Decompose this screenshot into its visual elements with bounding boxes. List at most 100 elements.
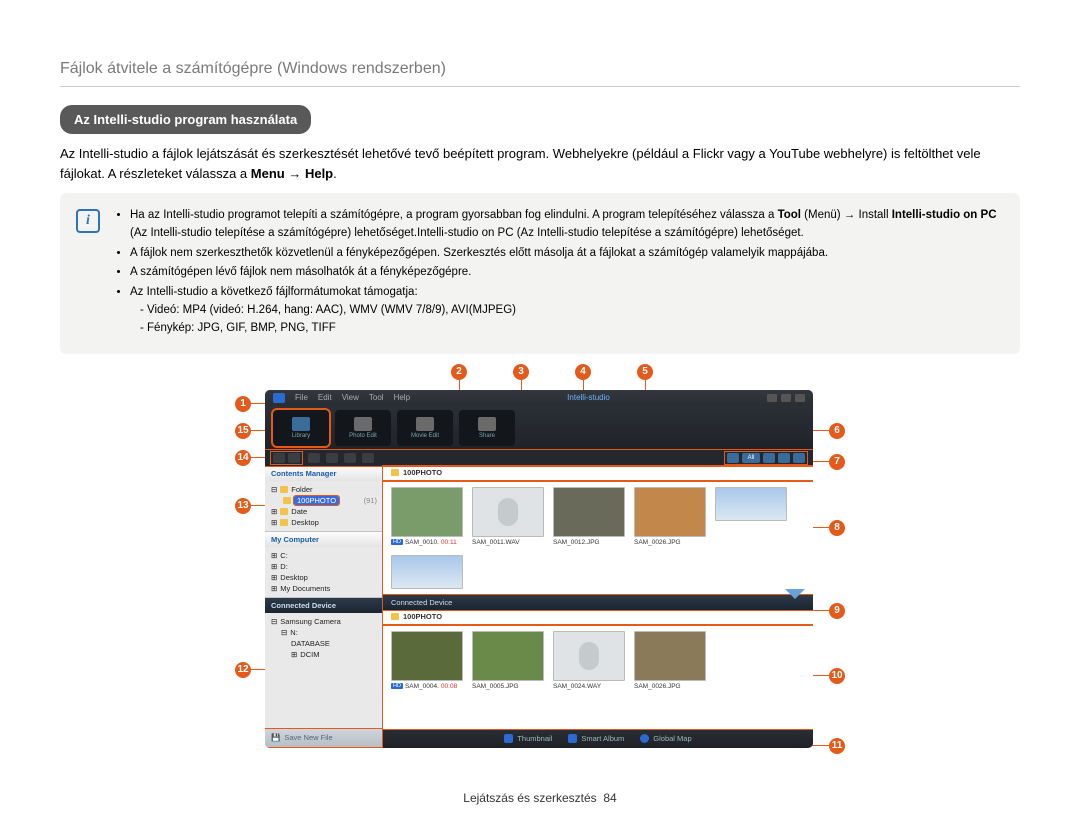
- tab-smartalbum[interactable]: Smart Album: [568, 734, 624, 743]
- tree-drive-n[interactable]: ⊟N:: [271, 627, 377, 638]
- mode-label: Photo Edit: [349, 433, 377, 439]
- list-item[interactable]: HDSAM_0004.00:08: [391, 631, 463, 690]
- mode-photoedit-button[interactable]: Photo Edit: [335, 410, 391, 446]
- thumb-name: SAM_0026.JPG: [634, 683, 681, 690]
- tree-drive-d[interactable]: ⊞D:: [271, 561, 377, 572]
- thumb-image: [391, 631, 463, 681]
- tree-label: Desktop: [280, 573, 308, 582]
- save-icon: 💾: [271, 733, 280, 742]
- menu-tool[interactable]: Tool: [369, 393, 384, 402]
- filter-all-button[interactable]: All: [742, 453, 760, 463]
- callout-num: 8: [829, 520, 845, 536]
- sidebar: Contents Manager ⊟Folder 100PHOTO(91) ⊞D…: [265, 466, 383, 748]
- save-label: Save New File: [284, 733, 332, 742]
- note1-c: (Az Intelli-studio telepítése a számítóg…: [130, 227, 804, 239]
- tree-label: DCIM: [300, 650, 319, 659]
- folder-icon: [280, 508, 288, 515]
- connected-device-bar[interactable]: Connected Device: [383, 595, 813, 610]
- tb-icon[interactable]: [362, 453, 374, 463]
- forward-button[interactable]: [288, 453, 300, 463]
- history-nav: [271, 452, 302, 464]
- tb-icon[interactable]: [308, 453, 320, 463]
- tree-label-selected: 100PHOTO: [294, 496, 339, 505]
- list-item[interactable]: [715, 487, 787, 546]
- filter-new-icon[interactable]: [727, 453, 739, 463]
- section-badge: Az Intelli-studio program használata: [60, 105, 311, 134]
- note4-video: - Videó: MP4 (videó: H.264, hang: AAC), …: [140, 302, 1006, 320]
- sidebar-contents-manager-header[interactable]: Contents Manager: [265, 466, 383, 481]
- mycomputer-tree: ⊞C: ⊞D: ⊞Desktop ⊞My Documents: [265, 547, 383, 597]
- globe-icon: [640, 734, 649, 743]
- tree-desktop2[interactable]: ⊞Desktop: [271, 572, 377, 583]
- tree-camera[interactable]: ⊟Samsung Camera: [271, 616, 377, 627]
- menu-file[interactable]: File: [295, 393, 308, 402]
- menu-help[interactable]: Help: [394, 393, 410, 402]
- note-item-noedit: A fájlok nem szerkeszthetők közvetlenül …: [130, 245, 1006, 263]
- app-window: File Edit View Tool Help Intelli-studio …: [265, 390, 813, 748]
- window-close-button[interactable]: [795, 394, 805, 402]
- tree-label: DATABASE: [291, 639, 330, 648]
- filter-photo-icon[interactable]: [763, 453, 775, 463]
- filter-video-icon[interactable]: [778, 453, 790, 463]
- app-icon: [273, 393, 285, 403]
- thumb-image: [715, 487, 787, 521]
- mode-movieedit-button[interactable]: Movie Edit: [397, 410, 453, 446]
- tree-label: N:: [290, 628, 298, 637]
- tb-icon[interactable]: [326, 453, 338, 463]
- list-item[interactable]: SAM_0011.WAV: [472, 487, 544, 546]
- thumb-name: SAM_0005.JPG: [472, 683, 519, 690]
- tree-folder[interactable]: ⊟Folder: [271, 484, 377, 495]
- back-button[interactable]: [273, 453, 285, 463]
- note-box: i Ha az Intelli-studio programot telepít…: [60, 193, 1020, 354]
- tree-100photo[interactable]: 100PHOTO(91): [271, 495, 377, 506]
- tree-label: C:: [280, 551, 288, 560]
- breadcrumb-bottom: 100PHOTO: [383, 610, 813, 625]
- list-item[interactable]: SAM_0012.JPG: [553, 487, 625, 546]
- save-new-file-button[interactable]: 💾 Save New File: [265, 729, 383, 747]
- mode-share-button[interactable]: Share: [459, 410, 515, 446]
- tab-thumbnail[interactable]: Thumbnail: [504, 734, 552, 743]
- tree-desktop[interactable]: ⊞Desktop: [271, 517, 377, 528]
- note-item-install: Ha az Intelli-studio programot telepíti …: [130, 207, 1006, 243]
- tab-globalmap[interactable]: Global Map: [640, 734, 691, 743]
- sidebar-connected-device-header[interactable]: Connected Device: [265, 598, 383, 613]
- list-item[interactable]: SAM_0005.JPG: [472, 631, 544, 690]
- thumb-audio-icon: [553, 631, 625, 681]
- thumb-image: [391, 487, 463, 537]
- sidebar-mycomputer-header[interactable]: My Computer: [265, 532, 383, 547]
- tree-drive-c[interactable]: ⊞C:: [271, 550, 377, 561]
- main-area: 100PHOTO HDSAM_0010.00:11 SAM_0011.WAV S…: [383, 466, 813, 748]
- list-item[interactable]: SAM_0026.JPG: [634, 631, 706, 690]
- list-item[interactable]: [391, 555, 463, 589]
- tree-label: Desktop: [291, 518, 319, 527]
- list-item[interactable]: SAM_0024.WAY: [553, 631, 625, 690]
- list-item[interactable]: SAM_0026.JPG: [634, 487, 706, 546]
- mode-library-button[interactable]: Library: [273, 410, 329, 446]
- hd-badge: HD: [391, 683, 403, 689]
- window-maximize-button[interactable]: [781, 394, 791, 402]
- toolbar: All: [265, 450, 813, 466]
- contents-tree: ⊟Folder 100PHOTO(91) ⊞Date ⊞Desktop: [265, 481, 383, 531]
- menu-view[interactable]: View: [342, 393, 359, 402]
- menu-edit[interactable]: Edit: [318, 393, 332, 402]
- folder-icon: [280, 486, 288, 493]
- window-minimize-button[interactable]: [767, 394, 777, 402]
- callout-num: 11: [829, 738, 845, 754]
- folder-icon: [280, 519, 288, 526]
- thumb-image: [634, 487, 706, 537]
- intro-paragraph: Az Intelli-studio a fájlok lejátszását é…: [60, 144, 1020, 183]
- tree-database[interactable]: DATABASE: [271, 638, 377, 649]
- thumb-image: [553, 487, 625, 537]
- callout-num: 13: [235, 498, 251, 514]
- intro-text-a: Az Intelli-studio a fájlok lejátszását é…: [60, 146, 981, 181]
- tb-icon[interactable]: [344, 453, 356, 463]
- callout-num: 5: [637, 364, 653, 380]
- tree-dcim[interactable]: ⊞DCIM: [271, 649, 377, 660]
- tree-date[interactable]: ⊞Date: [271, 506, 377, 517]
- thumb-meta: 00:08: [441, 683, 457, 690]
- list-item[interactable]: HDSAM_0010.00:11: [391, 487, 463, 546]
- thumb-image: [391, 555, 463, 589]
- breadcrumb-label: 100PHOTO: [403, 612, 442, 621]
- filter-audio-icon[interactable]: [793, 453, 805, 463]
- tree-mydocs[interactable]: ⊞My Documents: [271, 583, 377, 594]
